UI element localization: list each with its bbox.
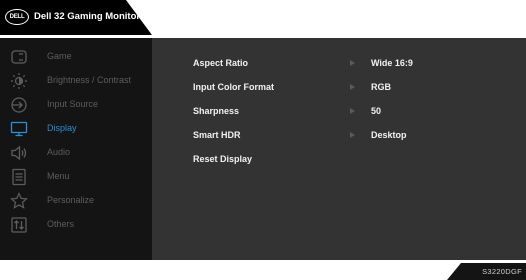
osd-menu-panel: Game Brightness / Contrast Input Source xyxy=(0,38,526,260)
input-color-format-row[interactable]: Input Color Format RGB xyxy=(152,79,526,97)
dell-logo: DELL xyxy=(5,9,29,25)
display-icon xyxy=(10,120,28,138)
smart-hdr-label: Smart HDR xyxy=(193,130,241,140)
sidebar: Game Brightness / Contrast Input Source xyxy=(0,38,152,260)
model-code: S3220DGF xyxy=(482,267,522,276)
menu-icon xyxy=(10,168,28,186)
sidebar-item-label: Audio xyxy=(47,147,71,157)
audio-icon xyxy=(10,144,28,162)
sidebar-item-label: Game xyxy=(47,51,72,61)
sidebar-item-personalize[interactable]: Personalize xyxy=(0,190,152,214)
dell-logo-text: DELL xyxy=(9,14,25,20)
personalize-icon xyxy=(10,192,28,210)
arrow-right-icon xyxy=(350,84,355,90)
sidebar-item-input-source[interactable]: Input Source xyxy=(0,94,152,118)
arrow-right-icon xyxy=(350,132,355,138)
sidebar-item-display[interactable]: Display xyxy=(0,118,152,142)
display-settings-panel: Aspect Ratio Wide 16:9 Input Color Forma… xyxy=(152,38,526,260)
sidebar-item-game[interactable]: Game xyxy=(0,46,152,70)
sharpness-value: 50 xyxy=(371,106,382,116)
sidebar-item-label: Personalize xyxy=(47,195,95,205)
model-footer: S3220DGF xyxy=(447,263,526,280)
aspect-ratio-row[interactable]: Aspect Ratio Wide 16:9 xyxy=(152,55,526,73)
sharpness-row[interactable]: Sharpness 50 xyxy=(152,103,526,121)
sidebar-item-others[interactable]: Others xyxy=(0,214,152,238)
reset-display-label: Reset Display xyxy=(193,154,253,164)
sidebar-item-label: Others xyxy=(47,219,75,229)
input-source-icon xyxy=(10,96,28,114)
aspect-ratio-label: Aspect Ratio xyxy=(193,58,249,68)
sidebar-item-brightness-contrast[interactable]: Brightness / Contrast xyxy=(0,70,152,94)
input-color-format-label: Input Color Format xyxy=(193,82,274,92)
sharpness-label: Sharpness xyxy=(193,106,240,116)
aspect-ratio-value: Wide 16:9 xyxy=(371,58,413,68)
smart-hdr-row[interactable]: Smart HDR Desktop xyxy=(152,127,526,145)
brightness-icon xyxy=(10,72,28,90)
smart-hdr-value: Desktop xyxy=(371,130,407,140)
sidebar-item-label: Display xyxy=(47,123,77,133)
osd-header: DELL Dell 32 Gaming Monitor xyxy=(0,0,152,35)
sidebar-item-label: Menu xyxy=(47,171,70,181)
sidebar-item-label: Brightness / Contrast xyxy=(47,75,132,85)
arrow-right-icon xyxy=(350,60,355,66)
arrow-right-icon xyxy=(350,108,355,114)
reset-display-row[interactable]: Reset Display xyxy=(152,151,526,169)
sidebar-item-label: Input Source xyxy=(47,99,99,109)
sidebar-item-audio[interactable]: Audio xyxy=(0,142,152,166)
monitor-title: Dell 32 Gaming Monitor xyxy=(34,11,141,22)
game-icon xyxy=(10,48,28,66)
others-icon xyxy=(10,216,28,234)
sidebar-item-menu[interactable]: Menu xyxy=(0,166,152,190)
input-color-format-value: RGB xyxy=(371,82,391,92)
